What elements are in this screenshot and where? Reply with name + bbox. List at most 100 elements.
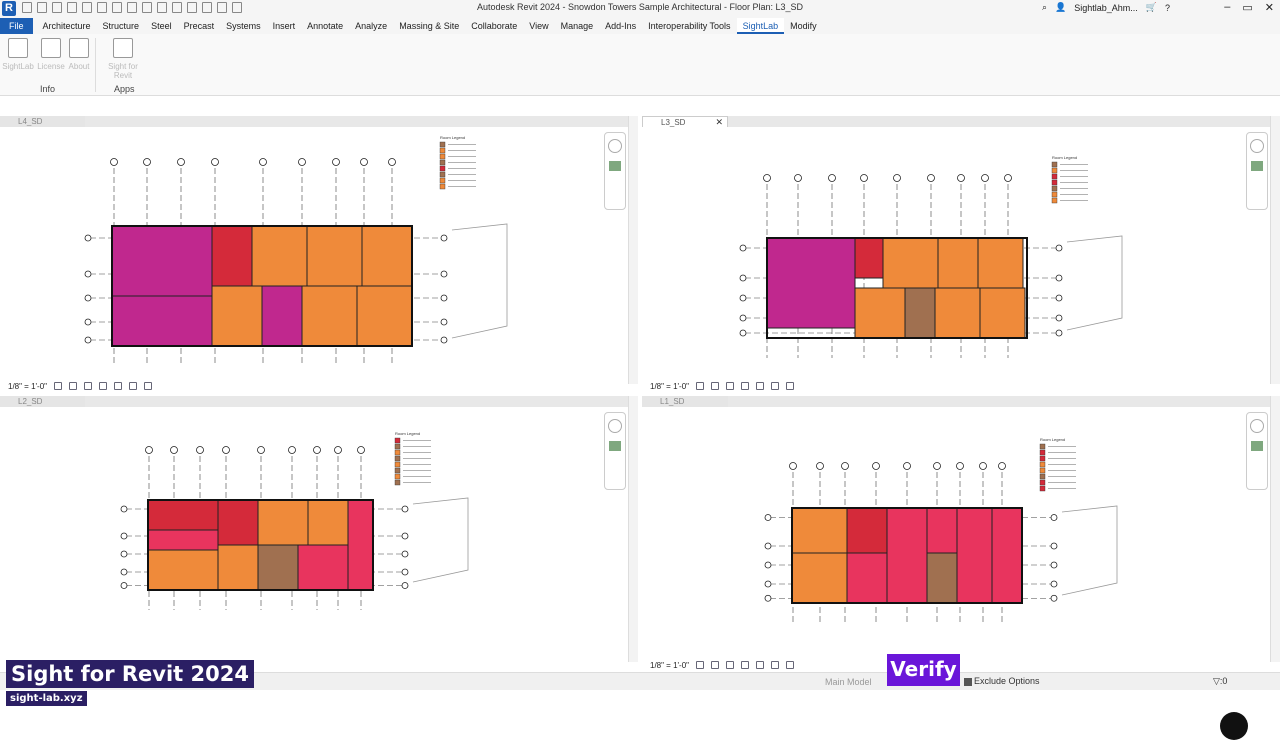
legend-swatch [1051, 167, 1058, 174]
floor-plan-l1[interactable]: Room Legend [642, 408, 1270, 659]
tab-analyze[interactable]: Analyze [349, 18, 393, 34]
close-tab-icon[interactable]: ✕ [715, 117, 723, 128]
crop-icon[interactable] [756, 661, 765, 669]
tab-systems[interactable]: Systems [220, 18, 267, 34]
navigation-bar[interactable] [1246, 132, 1268, 210]
floor-plan-l4[interactable]: Room Legend [0, 128, 628, 381]
exclude-options-toggle[interactable]: Exclude Options [964, 676, 1040, 686]
zoom-icon[interactable] [1251, 161, 1263, 171]
view-l4[interactable]: L4_SD Room Legend 1/8" = 1'-0" [0, 116, 638, 394]
filter-count[interactable]: ▽:0 [1213, 676, 1227, 687]
view-scrollbar[interactable] [1270, 116, 1280, 384]
room-fill [934, 287, 981, 339]
maximize-button[interactable]: ▭ [1242, 1, 1252, 14]
shadows-icon[interactable] [741, 382, 750, 390]
minimize-button[interactable]: – [1224, 1, 1230, 14]
tab-massing-site[interactable]: Massing & Site [393, 18, 465, 34]
tab-sightlab[interactable]: SightLab [736, 18, 785, 34]
tab-file[interactable]: File [0, 18, 33, 34]
view-scrollbar[interactable] [628, 116, 638, 384]
crop-icon[interactable] [114, 382, 123, 390]
view-tab-l3[interactable]: L3_SD ✕ [642, 116, 728, 127]
steering-wheel-icon[interactable] [608, 139, 622, 153]
user-name[interactable]: Sightlab_Ahm... [1074, 3, 1138, 13]
reveal-icon[interactable] [786, 661, 795, 669]
sun-path-icon[interactable] [726, 382, 735, 390]
help-icon[interactable]: ? [1165, 3, 1170, 13]
tab-collaborate[interactable]: Collaborate [465, 18, 523, 34]
view-scale[interactable]: 1/8" = 1'-0" [650, 382, 689, 391]
visual-style-icon[interactable] [711, 661, 720, 669]
view-scale[interactable]: 1/8" = 1'-0" [8, 382, 47, 391]
detail-level-icon[interactable] [54, 382, 63, 390]
room-fill [904, 287, 936, 339]
cart-icon[interactable]: 🛒 [1146, 2, 1157, 13]
shadows-icon[interactable] [741, 661, 750, 669]
sightlab-button[interactable]: SightLab [2, 38, 34, 71]
navigation-bar[interactable] [1246, 412, 1268, 490]
view-l2[interactable]: L2_SD Room Legend [0, 396, 638, 672]
detail-level-icon[interactable] [696, 661, 705, 669]
view-tab-l2[interactable]: L2_SD [0, 396, 85, 407]
checkbox-icon[interactable] [964, 677, 972, 686]
floor-plan-l2[interactable]: Room Legend [0, 408, 628, 659]
zoom-icon[interactable] [609, 441, 621, 451]
zoom-icon[interactable] [1251, 441, 1263, 451]
zoom-icon[interactable] [609, 161, 621, 171]
view-scrollbar[interactable] [1270, 396, 1280, 662]
view-tab-l1[interactable]: L1_SD [642, 396, 728, 407]
reveal-icon[interactable] [786, 382, 795, 390]
reveal-icon[interactable] [144, 382, 153, 390]
legend-swatch [394, 437, 401, 444]
room-fill [854, 287, 906, 339]
tab-annotate[interactable]: Annotate [301, 18, 349, 34]
navigation-bar[interactable] [604, 132, 626, 210]
user-icon[interactable]: 👤 [1055, 2, 1066, 13]
legend-swatch [1039, 479, 1046, 486]
sun-path-icon[interactable] [726, 661, 735, 669]
grid-bubble [298, 158, 306, 166]
shadows-icon[interactable] [99, 382, 108, 390]
ribbon-tabs: File Architecture Structure Steel Precas… [0, 18, 1280, 34]
hide-isolate-icon[interactable] [771, 661, 780, 669]
navigation-bar[interactable] [604, 412, 626, 490]
binoculars-icon[interactable]: ⌕ [1042, 2, 1047, 13]
legend-swatch [439, 177, 446, 184]
hide-isolate-icon[interactable] [129, 382, 138, 390]
grid-bubble [1055, 314, 1063, 322]
sun-path-icon[interactable] [84, 382, 93, 390]
tab-steel[interactable]: Steel [145, 18, 178, 34]
steering-wheel-icon[interactable] [1250, 139, 1264, 153]
tab-manage[interactable]: Manage [555, 18, 600, 34]
visual-style-icon[interactable] [711, 382, 720, 390]
tab-view[interactable]: View [523, 18, 554, 34]
view-scrollbar[interactable] [628, 396, 638, 662]
tab-interoperability[interactable]: Interoperability Tools [642, 18, 736, 34]
visual-style-icon[interactable] [69, 382, 78, 390]
tab-insert[interactable]: Insert [267, 18, 302, 34]
floor-plan-l3[interactable]: Room Legend [642, 128, 1270, 381]
steering-wheel-icon[interactable] [608, 419, 622, 433]
grid-bubble [357, 446, 365, 454]
view-scale[interactable]: 1/8" = 1'-0" [650, 661, 689, 670]
legend-swatch [394, 455, 401, 462]
about-button[interactable]: About [63, 38, 95, 71]
tab-add-ins[interactable]: Add-Ins [599, 18, 642, 34]
steering-wheel-icon[interactable] [1250, 419, 1264, 433]
hide-isolate-icon[interactable] [771, 382, 780, 390]
detail-level-icon[interactable] [696, 382, 705, 390]
legend-swatch [1051, 185, 1058, 192]
sight-for-revit-button[interactable]: Sight for Revit [98, 38, 148, 80]
crop-icon[interactable] [756, 382, 765, 390]
active-model[interactable]: Main Model [825, 677, 872, 687]
room-fill [251, 225, 308, 287]
tab-structure[interactable]: Structure [97, 18, 146, 34]
tab-architecture[interactable]: Architecture [37, 18, 97, 34]
close-button[interactable]: ✕ [1265, 1, 1274, 14]
view-l3[interactable]: L3_SD ✕ Room Legend 1/8" = 1'-0" [642, 116, 1280, 394]
tab-precast[interactable]: Precast [178, 18, 221, 34]
view-tab-l4[interactable]: L4_SD [0, 116, 85, 127]
view-l1[interactable]: L1_SD Room Legend 1/8" = 1'-0" [642, 396, 1280, 672]
legend-swatch [1039, 485, 1046, 492]
tab-modify[interactable]: Modify [784, 18, 823, 34]
